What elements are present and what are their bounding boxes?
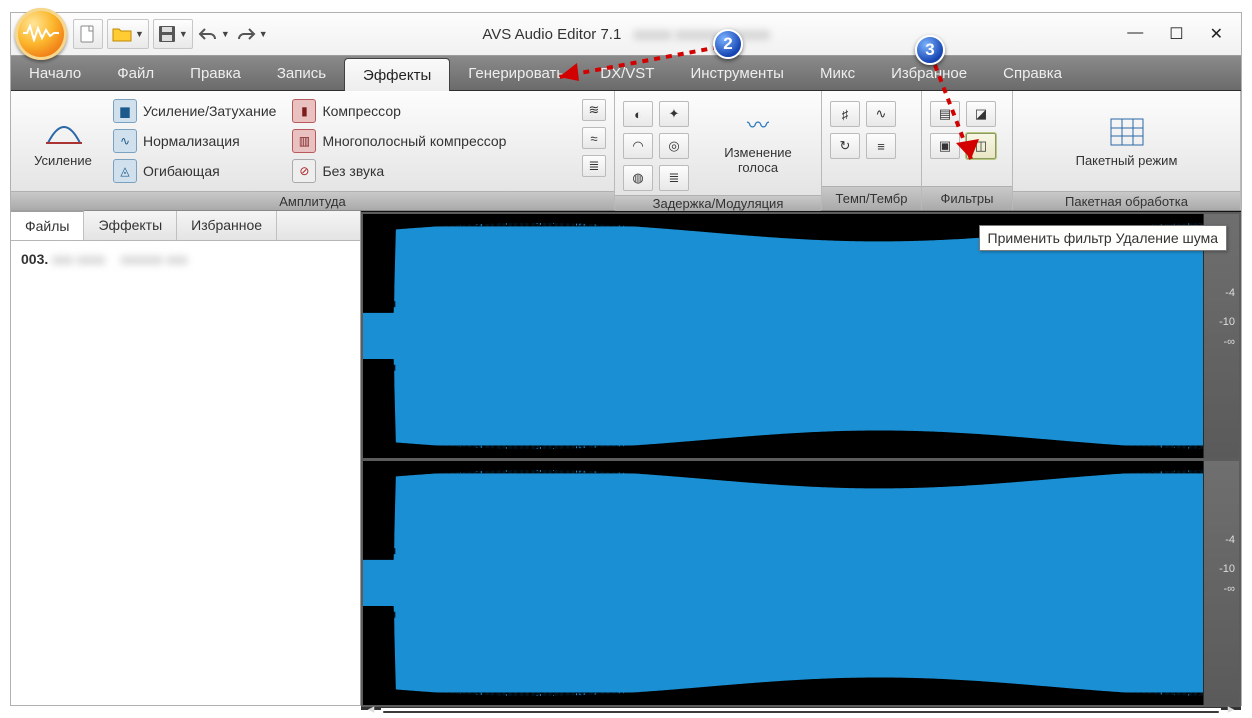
pitch-shift-button[interactable]: 〰 Изменение голоса: [703, 95, 813, 187]
tab-запись[interactable]: Запись: [259, 56, 344, 90]
chevron-down-icon: ▼: [259, 29, 268, 39]
mute-button[interactable]: ⊘Без звука: [292, 159, 506, 183]
delay-btn-3[interactable]: ◠: [623, 133, 653, 159]
ribbon-group-amplitude: Усиление ▆Усиление/Затухание ∿Нормализац…: [11, 91, 615, 210]
chevron-down-icon: ▼: [135, 29, 144, 39]
editor-area: -4 -10 -∞ -4 -10 -∞ ◂ ▸: [361, 211, 1241, 705]
tempo-btn-4[interactable]: ≡: [866, 133, 896, 159]
new-file-button[interactable]: [73, 19, 103, 49]
envelope-button[interactable]: ◬Огибающая: [113, 159, 276, 183]
minimize-button[interactable]: —: [1127, 24, 1143, 44]
fade-button[interactable]: ▆Усиление/Затухание: [113, 99, 276, 123]
amplitude-extra-3[interactable]: ≣: [582, 155, 606, 177]
grid-icon: [1108, 115, 1146, 149]
delay-btn-4[interactable]: ◎: [659, 133, 689, 159]
ribbon-caption-batch: Пакетная обработка: [1013, 191, 1240, 210]
side-tab-избранное[interactable]: Избранное: [177, 211, 277, 240]
app-logo: [15, 8, 67, 60]
horizontal-scrollbar[interactable]: ◂ ▸: [361, 707, 1241, 708]
ribbon-caption-delay: Задержка/Модуляция: [615, 195, 821, 211]
ribbon-group-delay: ◐ ✦ ◠ ◎ ◍ ≣ 〰 Изменение голоса Задержка/…: [615, 91, 822, 210]
file-list-item[interactable]: 003. xxx xxxx xxxxxx xxx: [21, 251, 350, 267]
ribbon-caption-tempo: Темп/Тембр: [822, 186, 921, 210]
ribbon-group-batch: Пакетный режим Пакетная обработка: [1013, 91, 1241, 210]
ribbon: Усиление ▆Усиление/Затухание ∿Нормализац…: [11, 91, 1241, 211]
scroll-right-button[interactable]: ▸: [1221, 708, 1241, 710]
amplify-label: Усиление: [34, 153, 92, 168]
compressor-button[interactable]: ▮Компрессор: [292, 99, 506, 123]
chevron-down-icon: ▼: [221, 29, 230, 39]
delay-btn-2[interactable]: ✦: [659, 101, 689, 127]
batch-mode-button[interactable]: Пакетный режим: [1062, 95, 1192, 187]
tab-микс[interactable]: Микс: [802, 56, 873, 90]
scroll-thumb[interactable]: [383, 711, 1219, 713]
tempo-btn-2[interactable]: ∿: [866, 101, 896, 127]
amplitude-extra-1[interactable]: ≋: [582, 99, 606, 121]
waveform-right-svg: [363, 461, 1239, 705]
side-tab-файлы[interactable]: Файлы: [11, 210, 84, 240]
annotation-badge-3: 3: [915, 35, 945, 65]
waveform-right[interactable]: -4 -10 -∞: [363, 461, 1239, 705]
chevron-down-icon: ▼: [179, 29, 188, 39]
side-tab-эффекты[interactable]: Эффекты: [84, 211, 177, 240]
tab-эффекты[interactable]: Эффекты: [344, 58, 450, 91]
mute-icon: ⊘: [292, 159, 316, 183]
annotation-badge-2: 2: [713, 29, 743, 59]
envelope-icon: ◬: [113, 159, 137, 183]
compressor-icon: ▮: [292, 99, 316, 123]
multiband-icon: ▥: [292, 129, 316, 153]
tooltip-noise-removal: Применить фильтр Удаление шума: [979, 225, 1227, 251]
db-scale-right: -4 -10 -∞: [1203, 461, 1239, 705]
delay-btn-6[interactable]: ≣: [659, 165, 689, 191]
ribbon-caption-filters: Фильтры: [922, 186, 1012, 210]
annotation-arrow-3: [921, 59, 1001, 189]
ribbon-group-tempo: ♯ ∿ ↻ ≡ Темп/Тембр: [822, 91, 922, 210]
tab-правка[interactable]: Правка: [172, 56, 259, 90]
amplitude-extra-2[interactable]: ≈: [582, 127, 606, 149]
undo-button[interactable]: ▼: [197, 19, 231, 49]
amplify-button[interactable]: Усиление: [19, 95, 107, 187]
side-panel: ФайлыЭффектыИзбранное 003. xxx xxxx xxxx…: [11, 211, 361, 705]
amplify-icon: [44, 115, 82, 149]
annotation-arrow-2: [529, 37, 729, 87]
delay-btn-5[interactable]: ◍: [623, 165, 653, 191]
obscured-filename: xxx xxxx xxxxxx xxx: [52, 251, 187, 267]
open-file-button[interactable]: ▼: [107, 19, 149, 49]
delay-btn-1[interactable]: ◐: [623, 101, 653, 127]
normalize-icon: ∿: [113, 129, 137, 153]
normalize-button[interactable]: ∿Нормализация: [113, 129, 276, 153]
save-button[interactable]: ▼: [153, 19, 193, 49]
redo-button[interactable]: ▼: [235, 19, 269, 49]
fade-icon: ▆: [113, 99, 137, 123]
tempo-btn-1[interactable]: ♯: [830, 101, 860, 127]
tempo-btn-3[interactable]: ↻: [830, 133, 860, 159]
multiband-compressor-button[interactable]: ▥Многополосный компрессор: [292, 129, 506, 153]
wave-icon: 〰: [739, 107, 777, 141]
app-window: ▼ ▼ ▼ ▼ AVS Audio Editor 7.1 xxxxx xxxxx…: [10, 12, 1242, 706]
scroll-left-button[interactable]: ◂: [361, 708, 381, 710]
waveform-area[interactable]: -4 -10 -∞ -4 -10 -∞: [361, 212, 1241, 707]
content-area: ФайлыЭффектыИзбранное 003. xxx xxxx xxxx…: [11, 211, 1241, 705]
maximize-button[interactable]: ☐: [1169, 24, 1183, 44]
file-list: 003. xxx xxxx xxxxxx xxx: [11, 241, 360, 277]
tab-начало[interactable]: Начало: [11, 56, 99, 90]
tab-файл[interactable]: Файл: [99, 56, 172, 90]
close-button[interactable]: ✕: [1210, 24, 1223, 44]
ribbon-caption-amplitude: Амплитуда: [11, 191, 614, 210]
side-tab-strip: ФайлыЭффектыИзбранное: [11, 211, 360, 241]
